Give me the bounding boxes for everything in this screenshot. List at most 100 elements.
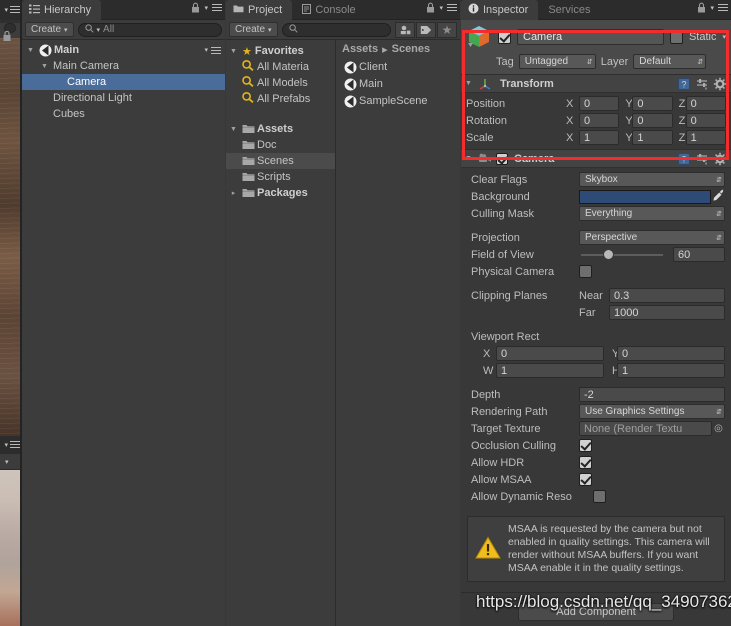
hierarchy-search-input[interactable]: ▾ All: [77, 22, 222, 37]
viewport-y-input[interactable]: 0: [617, 346, 725, 361]
help-icon[interactable]: ?: [677, 77, 691, 91]
viewport-h-input[interactable]: 1: [617, 363, 725, 378]
search-by-label-icon[interactable]: [416, 21, 436, 38]
hierarchy-lock-icon[interactable]: [191, 2, 200, 13]
rendering-path-dropdown[interactable]: Use Graphics Settings ⇵: [579, 404, 725, 419]
clipping-far-input[interactable]: 1000: [609, 305, 725, 320]
preset-icon[interactable]: [695, 152, 709, 166]
chevron-right-icon[interactable]: ▸: [228, 189, 239, 197]
scene-context-menu-icon[interactable]: [211, 45, 221, 56]
hierarchy-item-main-scene[interactable]: ▼ Main ▾: [22, 42, 225, 58]
project-item-doc[interactable]: Doc: [226, 137, 335, 153]
prefab-cube-icon[interactable]: [466, 24, 492, 50]
allow-dynamic-resolution-checkbox[interactable]: [593, 490, 606, 503]
scale-x-input[interactable]: 1: [579, 130, 620, 145]
position-y-input[interactable]: 0: [632, 96, 673, 111]
tab-services[interactable]: Services: [541, 0, 600, 20]
hierarchy-item-directional-light[interactable]: ▸ Directional Light: [22, 90, 225, 106]
project-item-all-models[interactable]: All Models: [226, 75, 335, 91]
scene-context-caret[interactable]: ▾: [204, 46, 208, 54]
chevron-down-icon[interactable]: ▼: [39, 63, 50, 70]
static-dropdown-caret[interactable]: ▾: [722, 33, 726, 41]
gear-icon[interactable]: [713, 152, 727, 166]
chevron-down-icon[interactable]: ▼: [463, 155, 474, 162]
scene-view-menu-icon[interactable]: [10, 4, 20, 15]
rotation-y-input[interactable]: 0: [632, 113, 673, 128]
hierarchy-create-button[interactable]: Create ▾: [25, 22, 74, 37]
culling-mask-dropdown[interactable]: Everything ⇵: [579, 206, 725, 221]
search-mode-caret[interactable]: ▾: [97, 26, 101, 34]
tab-console[interactable]: Console: [295, 0, 365, 20]
gameobject-name-input[interactable]: Camera: [517, 29, 664, 45]
project-menu-caret[interactable]: ▾: [439, 4, 443, 12]
project-item-scenes[interactable]: Scenes: [226, 153, 335, 169]
projection-dropdown[interactable]: Perspective ⇵: [579, 230, 725, 245]
inspector-menu-icon[interactable]: [718, 2, 728, 13]
scale-z-input[interactable]: 1: [685, 130, 726, 145]
project-item-packages[interactable]: ▸ Packages: [226, 185, 335, 201]
physical-camera-checkbox[interactable]: [579, 265, 592, 278]
hierarchy-menu-caret[interactable]: ▾: [204, 4, 208, 12]
project-item-assets[interactable]: ▼ Assets: [226, 121, 335, 137]
position-z-input[interactable]: 0: [685, 96, 726, 111]
project-create-button[interactable]: Create ▾: [229, 22, 278, 37]
object-picker-icon[interactable]: ◎: [712, 423, 725, 434]
slider-knob[interactable]: [603, 249, 615, 260]
allow-msaa-checkbox[interactable]: [579, 473, 592, 486]
target-texture-field[interactable]: None (Render Textu: [579, 421, 712, 436]
chevron-down-icon[interactable]: ▼: [463, 80, 474, 87]
component-header-transform[interactable]: ▼ Transform ?: [461, 74, 731, 93]
asset-item-client[interactable]: Client: [336, 58, 460, 75]
chevron-down-icon[interactable]: ▼: [228, 48, 239, 55]
project-item-favorites[interactable]: ▼ ★ Favorites: [226, 43, 335, 59]
chevron-down-icon[interactable]: ▼: [25, 47, 36, 54]
position-x-input[interactable]: 0: [579, 96, 620, 111]
scale-y-input[interactable]: 1: [632, 130, 673, 145]
background-color-swatch[interactable]: [579, 189, 711, 204]
search-by-type-icon[interactable]: [395, 21, 415, 38]
clear-flags-dropdown[interactable]: Skybox ⇵: [579, 172, 725, 187]
project-item-all-prefabs[interactable]: All Prefabs: [226, 91, 335, 107]
component-header-camera[interactable]: ▼ Camera ?: [461, 149, 731, 168]
project-menu-icon[interactable]: [447, 2, 457, 13]
hierarchy-item-main-camera[interactable]: ▼ Main Camera: [22, 58, 225, 74]
help-icon[interactable]: ?: [677, 152, 691, 166]
project-lock-icon[interactable]: [426, 2, 435, 13]
camera-enabled-checkbox[interactable]: [496, 152, 508, 165]
project-item-all-materials[interactable]: All Materia: [226, 59, 335, 75]
breadcrumb-current[interactable]: Scenes: [392, 43, 431, 55]
tab-project[interactable]: Project: [226, 0, 293, 20]
clipping-near-input[interactable]: 0.3: [609, 288, 725, 303]
hierarchy-menu-icon[interactable]: [212, 2, 222, 13]
scene-view-viewport[interactable]: [0, 38, 20, 436]
rotation-z-input[interactable]: 0: [685, 113, 726, 128]
game-view-menu-caret[interactable]: ▾: [4, 441, 8, 449]
project-item-scripts[interactable]: Scripts: [226, 169, 335, 185]
project-asset-list[interactable]: Assets ▸ Scenes Client Main SampleScene: [336, 40, 460, 626]
hierarchy-item-camera[interactable]: ▸ Camera: [22, 74, 225, 90]
viewport-w-input[interactable]: 1: [496, 363, 604, 378]
tab-inspector[interactable]: Inspector: [461, 0, 539, 20]
eyedropper-icon[interactable]: [711, 189, 725, 205]
scene-view-lock-icon[interactable]: [2, 30, 12, 42]
tab-hierarchy[interactable]: Hierarchy: [22, 0, 102, 20]
asset-item-samplescene[interactable]: SampleScene: [336, 92, 460, 109]
scene-view-menu-caret[interactable]: ▾: [4, 6, 8, 14]
field-of-view-input[interactable]: 60: [673, 247, 725, 262]
preset-icon[interactable]: [695, 77, 709, 91]
rotation-x-input[interactable]: 0: [579, 113, 620, 128]
project-search-input[interactable]: [281, 22, 391, 37]
layer-dropdown[interactable]: Default ⇵: [633, 54, 707, 69]
asset-item-main[interactable]: Main: [336, 75, 460, 92]
inspector-lock-icon[interactable]: [697, 2, 706, 13]
chevron-down-icon[interactable]: ▼: [228, 126, 239, 133]
allow-hdr-checkbox[interactable]: [579, 456, 592, 469]
occlusion-culling-checkbox[interactable]: [579, 439, 592, 452]
gameobject-enabled-checkbox[interactable]: [498, 30, 511, 44]
tag-dropdown[interactable]: Untagged ⇵: [518, 54, 596, 69]
depth-input[interactable]: -2: [579, 387, 725, 402]
static-checkbox[interactable]: [669, 30, 683, 44]
game-view-menu-icon[interactable]: [10, 439, 20, 450]
hierarchy-item-cubes[interactable]: ▸ Cubes: [22, 106, 225, 122]
viewport-x-input[interactable]: 0: [496, 346, 604, 361]
